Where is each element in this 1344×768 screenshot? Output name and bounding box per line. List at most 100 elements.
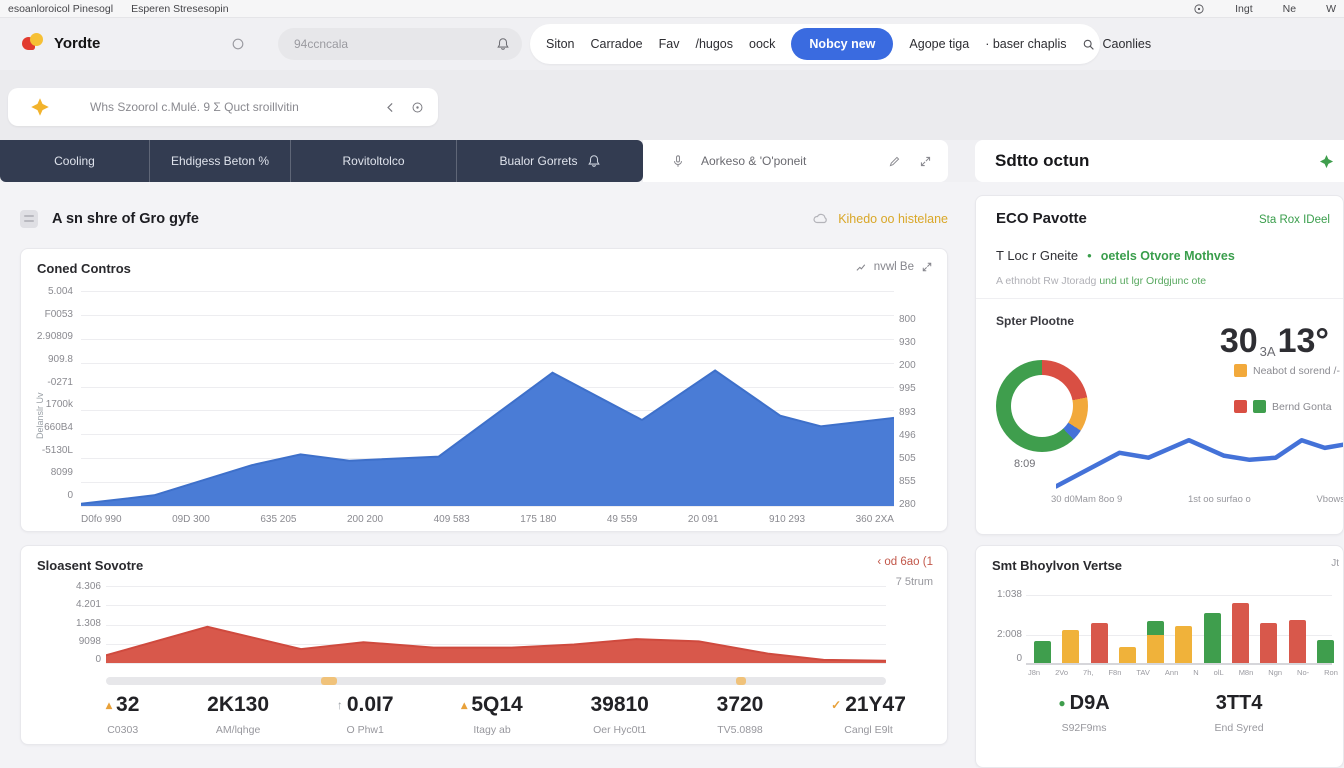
alert-link[interactable]: Kihedo oo histelane (812, 211, 948, 227)
axis-tick: 175 180 (520, 514, 556, 525)
axis-tick: -0271 (47, 377, 73, 388)
card2-y-axis: 4.3064.2011.30890980 (37, 581, 101, 665)
stat-value: ✓21Y47 (831, 693, 906, 717)
scrollbar-marker (321, 677, 337, 685)
expand-icon[interactable] (919, 155, 932, 168)
search-input[interactable] (294, 37, 496, 51)
browser-control-0[interactable]: Ingt (1235, 3, 1253, 15)
nav-item-4[interactable]: oock (749, 37, 775, 51)
search-icon (1082, 38, 1095, 51)
axis-tick: 1.308 (76, 618, 101, 629)
card2-sub-link[interactable]: 7 5trum (896, 576, 933, 588)
legend-label: Bernd Gonta (1272, 401, 1332, 413)
address-bar[interactable]: Aorkeso & 'O'poneit (643, 140, 948, 182)
stat-label: Cangl E9lt (844, 724, 892, 736)
axis-tick: 995 (899, 383, 916, 394)
bar-10 (1317, 640, 1334, 663)
card1-y-axis-right: 800930200995893496505855280 (899, 314, 943, 510)
energy-title: Smt Bhoylvon Vertse (992, 558, 1122, 573)
stat-value: ●D9A (1058, 692, 1109, 715)
axis-tick: 2.90809 (37, 331, 73, 342)
stat-6: ✓21Y47 Cangl E9lt (831, 693, 906, 736)
bar-y-tick: 2:008 (984, 629, 1022, 640)
axis-tick: olL (1214, 668, 1224, 677)
cloud-icon (812, 211, 828, 227)
eco-note: A ethnobt Rw Jtoradg und ut lgr Ordgjunc… (996, 275, 1206, 287)
area-chart-blue (81, 291, 894, 506)
stat-value: 2K130 (207, 693, 269, 717)
card1-x-axis: D0fo 99009D 300635 205200 200409 583175 … (81, 514, 894, 525)
card1-menu-label: nvwl Be (874, 261, 914, 273)
summary-stats-row: ▴32C03032K130AM/lqhge↑0.0I7O Phw1▴5Q14It… (106, 693, 906, 736)
stat-marker-icon: ▴ (106, 698, 112, 712)
bell-icon (587, 154, 601, 168)
stat-marker-icon: ↑ (337, 698, 343, 712)
nav-search-label: Caonlies (1102, 37, 1151, 51)
chart-scrollbar[interactable] (106, 677, 886, 685)
bell-icon[interactable] (496, 37, 510, 51)
chevron-left-icon[interactable] (384, 101, 397, 114)
nav-item-3[interactable]: /hugos (695, 37, 733, 51)
energy-card: Smt Bhoylvon Vertse Jt 1:038 2:008 0 J8n… (975, 545, 1344, 768)
mic-icon[interactable] (671, 154, 685, 169)
expand-icon (921, 261, 933, 273)
axis-tick: Ron (1324, 668, 1338, 677)
stat-marker-icon: ✓ (831, 698, 841, 712)
browser-menu-item-0[interactable]: esoanloroicol Pinesogl (8, 3, 113, 15)
status-dot-icon: • (1087, 248, 1092, 263)
nav-item-2[interactable]: Fav (659, 37, 680, 51)
energy-bar-x-axis: J8n2Vo7h,F8nTAVAnnNolLM8nNgnNo-Ron (1028, 668, 1338, 677)
section-header: A sn shre of Gro gyfe Kihedo oo histelan… (20, 203, 948, 235)
card1-menu[interactable]: nvwl Be (855, 261, 933, 273)
tab-3[interactable]: Bualor Gorrets (457, 140, 643, 182)
axis-tick: 505 (899, 453, 916, 464)
location-icon[interactable] (231, 37, 245, 51)
primary-action-button[interactable]: Nobcy new (791, 28, 893, 60)
target-icon[interactable] (411, 101, 424, 114)
area-chart-red (106, 586, 886, 663)
bar-y-tick: 0 (984, 653, 1022, 664)
app-logo[interactable]: Yordte (22, 32, 100, 54)
legend-item-1: Bernd Gonta (1234, 400, 1344, 413)
nav-item-right-1[interactable]: · baser chaplis (985, 37, 1066, 51)
promo-bar[interactable]: Whs Szoorol c.Mulé. 9 Σ Quct sroillvitin (8, 88, 438, 126)
eco-link[interactable]: Sta Rox IDeel (1259, 214, 1330, 226)
bar-0 (1034, 641, 1051, 663)
eco-leaf-icon[interactable] (1319, 154, 1334, 169)
menu-grid-icon[interactable] (20, 210, 38, 228)
stat-5: 3720TV5.0898 (717, 693, 764, 736)
eco-subtitle: Spter Plootne (996, 314, 1074, 328)
nav-item-0[interactable]: Siton (546, 37, 575, 51)
bar-y-tick: 1:038 (984, 589, 1022, 600)
stat-3: ▴5Q14Itagy ab (461, 693, 522, 736)
tab-0[interactable]: Cooling (0, 140, 150, 182)
browser-control-2[interactable]: W (1326, 3, 1336, 15)
browser-menu-item-1[interactable]: Esperen Stresesopin (131, 3, 228, 15)
tab-2[interactable]: Rovitoltolco (291, 140, 457, 182)
stat-4: 39810Oer Hyc0t1 (590, 693, 648, 736)
axis-tick: 1700k (46, 399, 73, 410)
nav-search-link[interactable]: Caonlies (1082, 37, 1151, 51)
axis-tick: 5.004 (48, 286, 73, 297)
divider (976, 298, 1344, 299)
axis-tick: 855 (899, 476, 916, 487)
stat-0: ▴32C0303 (106, 693, 139, 736)
eco-status-label: T Loc r Gneite (996, 248, 1078, 263)
axis-tick: No- (1297, 668, 1309, 677)
tab-1[interactable]: Ehdigess Beton % (150, 140, 291, 182)
browser-control-1[interactable]: Ne (1283, 3, 1296, 15)
temp-sub: 3A (1260, 344, 1276, 359)
axis-tick: 8099 (51, 467, 73, 478)
bar-7 (1232, 603, 1249, 663)
axis-tick: 49 559 (607, 514, 638, 525)
sidebar-header: Sdtto octun (975, 140, 1344, 182)
stat-value: ▴5Q14 (461, 693, 522, 717)
edit-icon[interactable] (888, 155, 901, 168)
stat-2: ↑0.0I7O Phw1 (337, 693, 394, 736)
nav-item-right-0[interactable]: Agope tiga (909, 37, 969, 51)
nav-item-1[interactable]: Carradoe (591, 37, 643, 51)
logo-icon (22, 32, 44, 54)
axis-tick: 4.306 (76, 581, 101, 592)
browser-profile-icon[interactable] (1193, 3, 1205, 15)
card2-link[interactable]: ‹ od 6ao (1 (877, 556, 933, 568)
